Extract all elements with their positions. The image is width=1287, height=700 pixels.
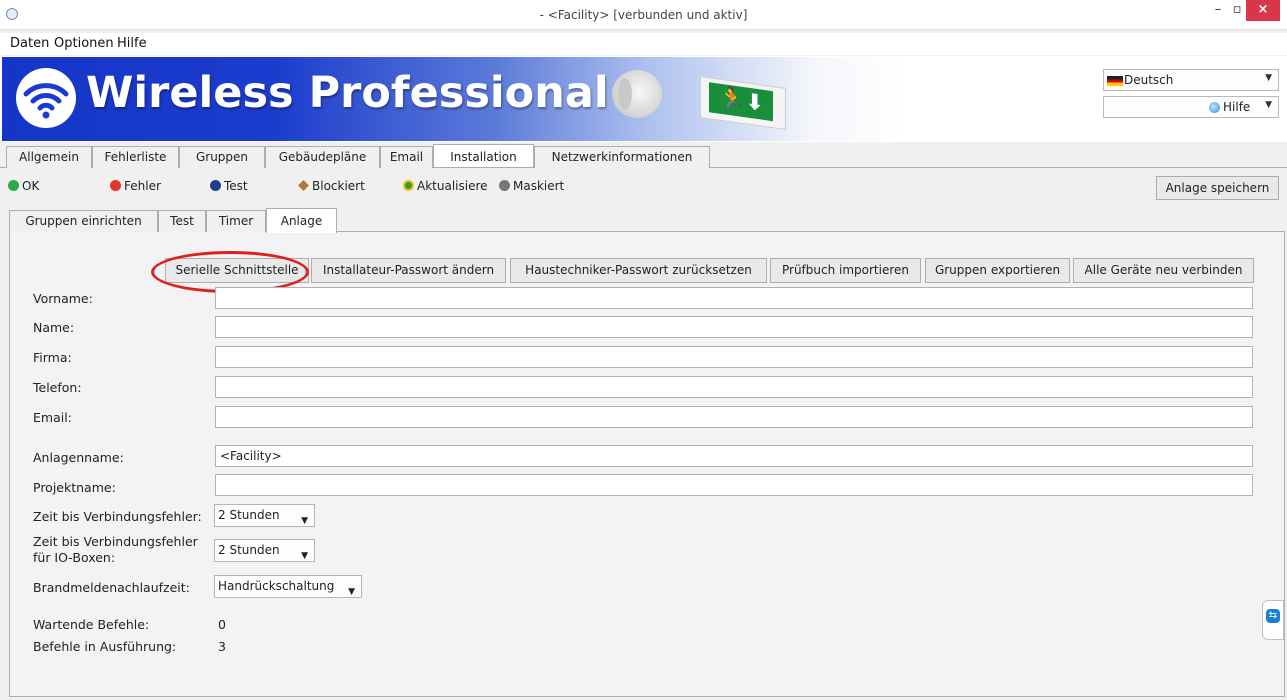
tab-netzwerkinformationen[interactable]: Netzwerkinformationen (534, 146, 710, 168)
anlagenname-field[interactable]: <Facility> (215, 445, 1253, 467)
window-title: - <Facility> [verbunden und aktiv] (539, 8, 748, 22)
subtab-gruppen-einrichten[interactable]: Gruppen einrichten (9, 210, 158, 232)
legend-test: Test (210, 179, 248, 193)
chevron-down-icon: ▼ (1265, 73, 1272, 83)
minimize-button[interactable]: – (1208, 0, 1228, 21)
executing-commands-value: 3 (218, 639, 226, 654)
legend-aktualisiere: Aktualisiere (403, 179, 488, 193)
tab-fehlerliste[interactable]: Fehlerliste (92, 146, 179, 168)
subtab-test[interactable]: Test (158, 210, 206, 232)
label-zeit-io-line2: für IO-Boxen: (33, 550, 116, 565)
legend-blockiert: Blockiert (298, 179, 365, 193)
label-name: Name: (33, 320, 75, 335)
connection-timeout-select[interactable]: 2 Stunden ▼ (214, 504, 315, 527)
menu-hilfe[interactable]: Hilfe (117, 36, 147, 51)
chevron-down-icon: ▼ (301, 516, 308, 526)
firma-field[interactable] (215, 346, 1253, 368)
label-anlagenname: Anlagenname: (33, 450, 124, 465)
chevron-down-icon: ▼ (301, 551, 308, 561)
tab-gruppen[interactable]: Gruppen (179, 146, 265, 168)
language-select[interactable]: Deutsch ▼ (1103, 69, 1279, 91)
reconnect-all-devices-button[interactable]: Alle Geräte neu verbinden (1073, 258, 1254, 283)
banner: Wireless Professional 🏃⬇ (0, 56, 1287, 142)
chevron-down-icon: ▼ (1265, 100, 1272, 110)
label-wartende-befehle: Wartende Befehle: (33, 617, 150, 632)
teamviewer-icon[interactable]: ⇆ (1262, 600, 1284, 640)
label-firma: Firma: (33, 350, 72, 365)
label-brandmeldenachlaufzeit: Brandmeldenachlaufzeit: (33, 580, 190, 595)
close-button[interactable]: × (1246, 0, 1280, 21)
vorname-field[interactable] (215, 287, 1253, 309)
import-logbook-button[interactable]: Prüfbuch importieren (770, 258, 921, 283)
tab-allgemein[interactable]: Allgemein (6, 146, 92, 168)
help-select[interactable]: Hilfe ▼ (1103, 96, 1279, 118)
maximize-button[interactable]: ▫ (1228, 0, 1246, 21)
refresh-icon (403, 180, 414, 191)
subtab-timer[interactable]: Timer (206, 210, 266, 232)
ceiling-lamp-image (612, 70, 662, 118)
pending-commands-value: 0 (218, 617, 226, 632)
menu-bar: Daten Optionen Hilfe (0, 33, 1287, 55)
tab-email[interactable]: Email (380, 146, 433, 168)
tab-installation[interactable]: Installation (433, 144, 534, 167)
subtab-anlage[interactable]: Anlage (266, 208, 337, 233)
brand-title: Wireless Professional (86, 68, 609, 118)
tab-gebaeudeplaene[interactable]: Gebäudepläne (265, 146, 380, 168)
label-zeit-verbindungsfehler: Zeit bis Verbindungsfehler: (33, 509, 202, 524)
projektname-field[interactable] (215, 474, 1253, 496)
serial-interface-button[interactable]: Serielle Schnittstelle (165, 258, 309, 283)
error-icon (110, 180, 121, 191)
legend-fehler: Fehler (110, 179, 161, 193)
menu-daten[interactable]: Daten (10, 36, 49, 51)
fire-alarm-delay-select[interactable]: Handrückschaltung ▼ (214, 575, 362, 598)
label-befehle-in-ausfuehrung: Befehle in Ausführung: (33, 639, 177, 654)
title-bar: - <Facility> [verbunden und aktiv] – ▫ × (0, 0, 1287, 30)
german-flag-icon (1107, 76, 1123, 86)
chevron-down-icon: ▼ (348, 587, 355, 597)
gear-icon (210, 180, 221, 191)
label-vorname: Vorname: (33, 291, 93, 306)
reset-technician-password-button[interactable]: Haustechniker-Passwort zurücksetzen (510, 258, 767, 283)
io-box-timeout-select[interactable]: 2 Stunden ▼ (214, 539, 315, 562)
wifi-logo-icon (16, 68, 76, 128)
globe-icon (1209, 102, 1220, 113)
diamond-icon (298, 180, 309, 191)
legend-maskiert: Maskiert (499, 179, 564, 193)
label-email: Email: (33, 410, 72, 425)
telefon-field[interactable] (215, 376, 1253, 398)
email-field[interactable] (215, 406, 1253, 428)
menu-optionen[interactable]: Optionen (54, 36, 114, 51)
masked-icon (499, 180, 510, 191)
save-facility-button[interactable]: Anlage speichern (1156, 176, 1279, 200)
export-groups-button[interactable]: Gruppen exportieren (925, 258, 1070, 283)
name-field[interactable] (215, 316, 1253, 338)
label-telefon: Telefon: (33, 380, 82, 395)
label-zeit-io-line1: Zeit bis Verbindungsfehler (33, 534, 198, 549)
legend-ok: OK (8, 179, 39, 193)
change-installer-password-button[interactable]: Installateur-Passwort ändern (311, 258, 506, 283)
label-projektname: Projektname: (33, 480, 116, 495)
ok-icon (8, 180, 19, 191)
